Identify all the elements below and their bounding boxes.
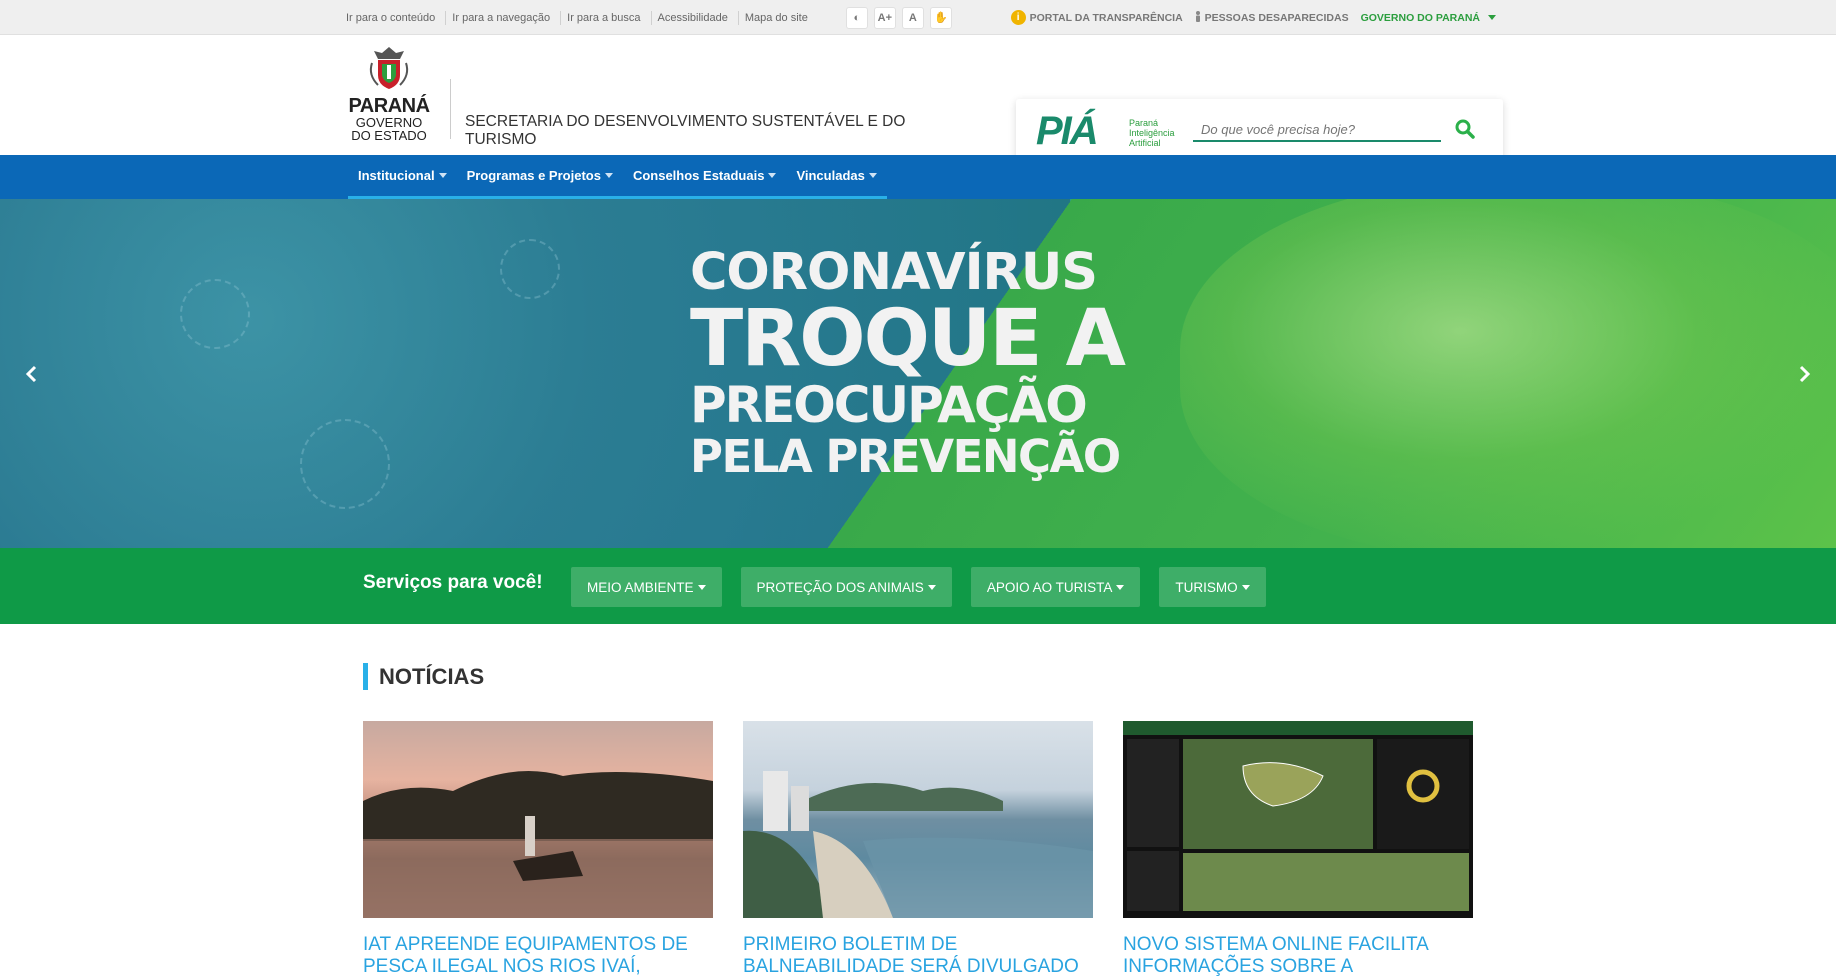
nav-label: Institucional xyxy=(358,168,435,183)
missing-people-link[interactable]: PESSOAS DESAPARECIDAS xyxy=(1195,10,1349,25)
gov-label: GOVERNO DO PARANÁ xyxy=(1360,11,1480,24)
chevron-down-icon xyxy=(1488,15,1496,20)
contrast-icon[interactable]: ◐ xyxy=(845,6,868,29)
accessibility-tools: ◐ A+ A ✋ xyxy=(845,6,952,29)
search-input[interactable] xyxy=(1193,118,1441,142)
virus-graphic xyxy=(500,239,560,299)
service-label: MEIO AMBIENTE xyxy=(587,579,694,595)
missing-people-label: PESSOAS DESAPARECIDAS xyxy=(1204,11,1349,24)
chevron-left-icon xyxy=(25,365,37,383)
services-title: Serviços para você! xyxy=(363,572,543,593)
map-dashboard-screenshot xyxy=(1123,721,1473,911)
chevron-down-icon xyxy=(927,584,936,590)
news-grid: IAT APREENDE EQUIPAMENTOS DE PESCA ILEGA… xyxy=(363,721,1473,978)
secretaria-title: SECRETARIA DO DESENVOLVIMENTO SUSTENTÁVE… xyxy=(465,113,906,148)
news-card[interactable]: IAT APREENDE EQUIPAMENTOS DE PESCA ILEGA… xyxy=(363,721,713,978)
chevron-down-icon xyxy=(604,173,613,178)
nav-item-conselhos[interactable]: Conselhos Estaduais xyxy=(623,155,786,196)
skip-to-search-link[interactable]: Ir para a busca xyxy=(561,10,652,25)
chevron-right-icon xyxy=(1799,365,1811,383)
carousel-prev-button[interactable] xyxy=(20,362,44,386)
person-icon xyxy=(1195,10,1201,25)
skip-to-nav-link[interactable]: Ir para a navegação xyxy=(446,10,562,25)
utility-bar: Ir para o conteúdo Ir para a navegação I… xyxy=(0,0,1836,35)
news-image[interactable] xyxy=(743,721,1093,918)
hero-line-4: PELA PREVENÇÃO xyxy=(690,430,1121,483)
transparency-portal-link[interactable]: i PORTAL DA TRANSPARÊNCIA xyxy=(1010,10,1183,25)
news-image[interactable] xyxy=(363,721,713,918)
nav-item-vinculadas[interactable]: Vinculadas xyxy=(786,155,886,196)
search-button[interactable] xyxy=(1453,117,1477,141)
news-card[interactable]: NOVO SISTEMA ONLINE FACILITA INFORMAÇÕES… xyxy=(1123,721,1473,978)
hero-line-1: CORONAVÍRUS xyxy=(690,243,1098,302)
news-title[interactable]: NOVO SISTEMA ONLINE FACILITA INFORMAÇÕES… xyxy=(1123,934,1473,978)
logo-state: PARANÁ xyxy=(348,95,430,117)
service-label: APOIO AO TURISTA xyxy=(986,579,1113,595)
info-icon: i xyxy=(1010,10,1026,25)
search-icon xyxy=(1455,119,1475,139)
service-label: TURISMO xyxy=(1175,579,1238,595)
logo-line2: DO ESTADO xyxy=(351,128,427,143)
hand-washing-graphic xyxy=(1180,199,1836,548)
news-heading: NOTÍCIAS xyxy=(363,663,484,690)
hero-carousel[interactable]: CORONAVÍRUS TROQUE A PREOCUPAÇÃO PELA PR… xyxy=(0,199,1836,548)
virus-graphic xyxy=(300,419,390,509)
hero-line-3: PREOCUPAÇÃO xyxy=(690,376,1088,434)
site-header: PARANÁ GOVERNO DO ESTADO SECRETARIA DO D… xyxy=(0,35,1836,164)
hero-line-2: TROQUE A xyxy=(690,294,1126,384)
pia-sub-line1: Paraná xyxy=(1129,118,1159,128)
logo-divider xyxy=(450,79,451,139)
chevron-down-icon xyxy=(768,173,777,178)
nav-label: Vinculadas xyxy=(796,168,865,183)
pia-sub-line2: Inteligência xyxy=(1129,128,1175,138)
sitemap-link[interactable]: Mapa do site xyxy=(739,11,818,25)
service-label: PROTEÇÃO DOS ANIMAIS xyxy=(756,579,924,595)
chevron-down-icon xyxy=(438,173,447,178)
coat-of-arms-icon xyxy=(369,47,409,89)
river-fishing-photo xyxy=(363,771,713,918)
font-reset-button[interactable]: A xyxy=(901,6,924,29)
services-bar: Serviços para você! MEIO AMBIENTE PROTEÇ… xyxy=(0,548,1836,624)
nav-item-programas[interactable]: Programas e Projetos xyxy=(457,155,623,196)
gov-dropdown[interactable]: GOVERNO DO PARANÁ xyxy=(1361,12,1496,24)
news-image[interactable] xyxy=(1123,721,1473,918)
service-meio-ambiente-button[interactable]: MEIO AMBIENTE xyxy=(571,567,722,607)
chevron-down-icon xyxy=(1241,584,1250,590)
service-protecao-animais-button[interactable]: PROTEÇÃO DOS ANIMAIS xyxy=(740,567,952,607)
nav-label: Programas e Projetos xyxy=(466,168,601,183)
virus-graphic xyxy=(180,279,250,349)
main-nav: Institucional Programas e Projetos Conse… xyxy=(0,155,1836,199)
chevron-down-icon xyxy=(1116,584,1125,590)
accessibility-link[interactable]: Acessibilidade xyxy=(652,10,739,25)
hero-headline: CORONAVÍRUS TROQUE A PREOCUPAÇÃO PELA PR… xyxy=(690,247,1190,479)
chevron-down-icon xyxy=(697,584,706,590)
chevron-down-icon xyxy=(868,173,877,178)
skip-links: Ir para o conteúdo Ir para a navegação I… xyxy=(340,10,818,25)
skip-to-content-link[interactable]: Ir para o conteúdo xyxy=(340,10,447,25)
news-title[interactable]: IAT APREENDE EQUIPAMENTOS DE PESCA ILEGA… xyxy=(363,934,713,978)
service-apoio-turista-button[interactable]: APOIO AO TURISTA xyxy=(970,567,1141,607)
parana-logo[interactable]: PARANÁ GOVERNO DO ESTADO xyxy=(346,45,432,145)
font-increase-button[interactable]: A+ xyxy=(873,6,896,29)
pia-sub-line3: Artificial xyxy=(1129,138,1161,148)
carousel-next-button[interactable] xyxy=(1792,362,1816,386)
pia-logo[interactable]: PIÁ xyxy=(1036,109,1099,154)
news-card[interactable]: PRIMEIRO BOLETIM DE BALNEABILIDADE SERÁ … xyxy=(743,721,1093,978)
transparency-label: PORTAL DA TRANSPARÊNCIA xyxy=(1029,11,1183,24)
nav-label: Conselhos Estaduais xyxy=(632,168,765,183)
beach-photo xyxy=(743,771,1093,918)
nav-item-institucional[interactable]: Institucional xyxy=(348,155,457,196)
news-title[interactable]: PRIMEIRO BOLETIM DE BALNEABILIDADE SERÁ … xyxy=(743,934,1093,978)
pia-subtitle: Paraná Inteligência Artificial xyxy=(1129,118,1175,148)
libras-icon[interactable]: ✋ xyxy=(929,6,952,29)
service-turismo-button[interactable]: TURISMO xyxy=(1159,567,1266,607)
